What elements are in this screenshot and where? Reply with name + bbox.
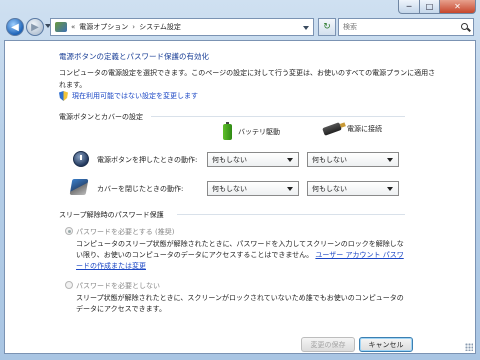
section-divider: [151, 116, 405, 117]
forward-arrow-icon: ▶: [31, 21, 39, 33]
close-button[interactable]: ✕: [440, 0, 476, 14]
power-button-label: 電源ボタンを押したときの動作:: [97, 156, 198, 164]
back-arrow-icon: ◀: [11, 21, 19, 33]
select-value: 何もしない: [212, 155, 247, 164]
battery-column-label: バッテリ駆動: [238, 128, 280, 136]
page-description: コンピュータの電源設定を選択できます。このページの設定に対して行う変更は、お使い…: [59, 69, 436, 89]
chevron-down-icon: [387, 158, 393, 162]
address-bar[interactable]: « 電源オプション › システム設定: [50, 18, 314, 36]
lid-close-battery-select[interactable]: 何もしない: [207, 181, 299, 196]
refresh-button[interactable]: ↻: [318, 18, 336, 36]
page-title: 電源ボタンの定義とパスワード保護の有効化: [59, 52, 209, 61]
power-button-icon: [73, 151, 89, 167]
navigation-bar: ◀ ▶ « 電源オプション › システム設定 ↻ 検索: [4, 16, 476, 38]
laptop-lid-icon: [69, 179, 89, 195]
power-plug-icon: [322, 122, 342, 136]
chevron-down-icon: [387, 187, 393, 191]
search-placeholder: 検索: [343, 23, 357, 31]
no-password-label[interactable]: パスワードを必要としない: [76, 281, 160, 291]
plugged-column-label: 電源に接続: [347, 125, 382, 133]
battery-column-header: バッテリ駆動: [223, 122, 280, 140]
resize-grip[interactable]: [465, 343, 473, 351]
power-section-heading: 電源ボタンとカバーの設定: [59, 113, 143, 121]
breadcrumb-system-settings[interactable]: システム設定: [139, 22, 181, 32]
caption-buttons: ─ □ ✕: [398, 0, 476, 14]
plugged-column-header: 電源に接続: [322, 122, 382, 136]
section-divider: [177, 214, 405, 215]
save-changes-button[interactable]: 変更の保存: [301, 337, 355, 352]
power-button-plugged-select[interactable]: 何もしない: [307, 152, 399, 167]
require-password-description: コンピュータのスリープ状態が解除されたときに、パスワードを入力してスクリーンのロ…: [76, 239, 406, 272]
search-icon[interactable]: [461, 23, 468, 30]
crumb-overflow[interactable]: «: [71, 23, 75, 31]
forward-button[interactable]: ▶: [26, 18, 44, 36]
minimize-button[interactable]: ─: [398, 0, 420, 14]
lid-close-label: カバーを閉じたときの動作:: [97, 185, 184, 193]
address-dropdown-icon[interactable]: [303, 26, 309, 30]
power-button-battery-select[interactable]: 何もしない: [207, 152, 299, 167]
control-panel-icon: [55, 22, 67, 32]
refresh-icon: ↻: [323, 22, 331, 32]
window-frame: ─ □ ✕ ◀ ▶ « 電源オプション › システム設定 ↻ 検索 電源ボタンの…: [0, 0, 480, 360]
lid-close-plugged-select[interactable]: 何もしない: [307, 181, 399, 196]
select-value: 何もしない: [212, 184, 247, 193]
chevron-down-icon: [287, 158, 293, 162]
change-settings-link-text[interactable]: 現在利用可能ではない設定を変更します: [72, 91, 198, 101]
require-password-radio[interactable]: [65, 227, 73, 235]
no-password-radio[interactable]: [65, 281, 73, 289]
search-input[interactable]: 検索: [338, 18, 474, 36]
change-unavailable-settings-link[interactable]: 現在利用可能ではない設定を変更します: [59, 91, 198, 101]
password-section-heading: スリープ解除時のパスワード保護: [59, 211, 164, 219]
no-password-description: スリープ状態が解除されたときに、スクリーンがロックされていないため誰でもお使いの…: [76, 294, 404, 313]
breadcrumb-separator[interactable]: ›: [132, 23, 135, 31]
back-button[interactable]: ◀: [6, 18, 24, 36]
chevron-down-icon: [287, 187, 293, 191]
require-password-label[interactable]: パスワードを必要とする (推奨): [76, 227, 174, 237]
uac-shield-icon: [59, 91, 68, 101]
maximize-button[interactable]: □: [420, 0, 440, 14]
select-value: 何もしない: [312, 155, 347, 164]
select-value: 何もしない: [312, 184, 347, 193]
cancel-button[interactable]: キャンセル: [359, 337, 413, 352]
content-pane: 電源ボタンの定義とパスワード保護の有効化 コンピュータの電源設定を選択できます。…: [4, 40, 476, 354]
breadcrumb-power-options[interactable]: 電源オプション: [79, 22, 128, 32]
battery-icon: [223, 122, 232, 140]
